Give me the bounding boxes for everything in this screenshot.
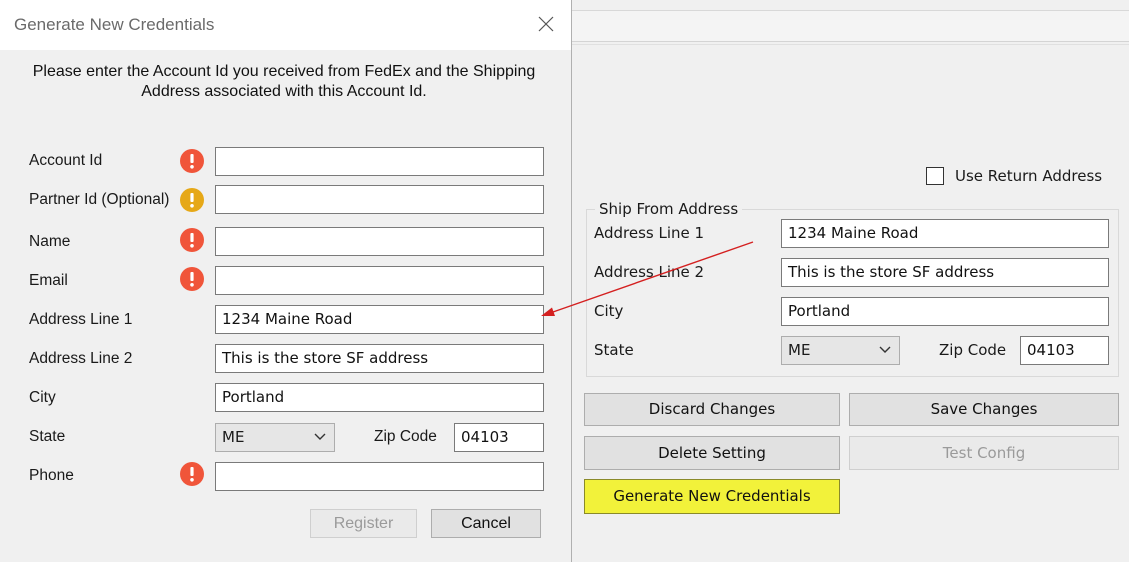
email-label: Email xyxy=(29,272,68,289)
generate-credentials-dialog: Generate New Credentials Please enter th… xyxy=(0,0,572,562)
name-field[interactable] xyxy=(215,227,544,256)
required-warning-icon xyxy=(180,149,204,173)
required-warning-icon xyxy=(180,228,204,252)
background-title-strip xyxy=(572,0,1129,10)
ship-from-address-title: Ship From Address xyxy=(595,199,743,219)
city-field[interactable]: Portland xyxy=(215,383,544,412)
address-line-1-field[interactable]: 1234 Maine Road xyxy=(215,305,544,334)
phone-label: Phone xyxy=(29,467,74,484)
discard-changes-button[interactable]: Discard Changes xyxy=(584,393,840,426)
partner-id-label: Partner Id (Optional) xyxy=(29,191,170,208)
email-field[interactable] xyxy=(215,266,544,295)
chevron-down-icon xyxy=(879,346,891,353)
name-label: Name xyxy=(29,233,71,250)
chevron-down-icon xyxy=(314,433,326,440)
ship-from-state-select[interactable]: ME xyxy=(781,336,900,365)
cancel-button[interactable]: Cancel xyxy=(431,509,541,538)
address-line-2-label: Address Line 2 xyxy=(29,350,133,367)
ship-from-address1-field[interactable]: 1234 Maine Road xyxy=(781,219,1109,248)
partner-id-field[interactable] xyxy=(215,185,544,214)
ship-from-address1-label: Address Line 1 xyxy=(594,224,705,242)
close-icon[interactable] xyxy=(536,14,556,34)
required-warning-icon xyxy=(180,462,204,486)
state-select-value: ME xyxy=(222,428,245,446)
use-return-address-checkbox[interactable] xyxy=(926,167,944,185)
required-warning-icon xyxy=(180,267,204,291)
generate-new-credentials-button[interactable]: Generate New Credentials xyxy=(584,479,840,514)
use-return-address-label: Use Return Address xyxy=(955,167,1103,185)
background-divider xyxy=(572,44,1129,45)
delete-setting-button[interactable]: Delete Setting xyxy=(584,436,840,470)
city-label: City xyxy=(29,389,56,406)
ship-from-address2-label: Address Line 2 xyxy=(594,263,705,281)
save-changes-button[interactable]: Save Changes xyxy=(849,393,1119,426)
state-label: State xyxy=(29,428,66,445)
account-id-field[interactable] xyxy=(215,147,544,176)
account-id-label: Account Id xyxy=(29,152,103,169)
address-line-2-field[interactable]: This is the store SF address xyxy=(215,344,544,373)
state-select[interactable]: ME xyxy=(215,423,335,452)
ship-from-zip-label: Zip Code xyxy=(939,341,1007,359)
background-tab-bar xyxy=(572,10,1129,42)
ship-from-state-label: State xyxy=(594,341,634,359)
test-config-button[interactable]: Test Config xyxy=(849,436,1119,470)
ship-from-zip-field[interactable]: 04103 xyxy=(1020,336,1109,365)
zip-code-field[interactable]: 04103 xyxy=(454,423,544,452)
address-line-1-label: Address Line 1 xyxy=(29,311,133,328)
ship-from-state-value: ME xyxy=(788,341,811,359)
ship-from-city-label: City xyxy=(594,302,624,320)
zip-code-label: Zip Code xyxy=(374,428,437,445)
register-button[interactable]: Register xyxy=(310,509,417,538)
dialog-title: Generate New Credentials xyxy=(14,15,215,34)
optional-warning-icon xyxy=(180,188,204,212)
dialog-instructions: Please enter the Account Id you received… xyxy=(32,63,536,100)
phone-field[interactable] xyxy=(215,462,544,491)
ship-from-address2-field[interactable]: This is the store SF address xyxy=(781,258,1109,287)
ship-from-city-field[interactable]: Portland xyxy=(781,297,1109,326)
